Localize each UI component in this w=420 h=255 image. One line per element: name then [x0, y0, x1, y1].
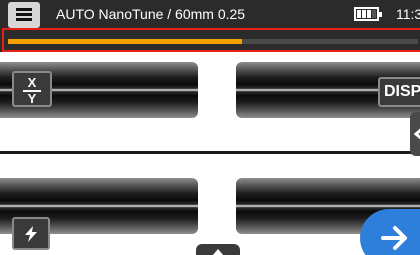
bottom-panel-tab[interactable] — [196, 244, 240, 255]
xy-label-top: X — [27, 75, 37, 90]
battery-icon — [354, 7, 382, 21]
display-button[interactable]: DISP — [378, 77, 420, 107]
highlight-box — [2, 28, 420, 52]
clock: 11:33 — [396, 6, 420, 22]
page-title: AUTO NanoTune / 60mm 0.25 — [56, 6, 246, 22]
side-panel-tab[interactable] — [410, 112, 420, 156]
lightning-icon — [25, 226, 37, 242]
arc-button[interactable] — [12, 217, 50, 250]
arrow-right-icon — [381, 226, 407, 250]
chevron-up-icon — [212, 249, 224, 255]
top-bar: AUTO NanoTune / 60mm 0.25 11:33 — [0, 0, 420, 30]
chevron-left-icon — [413, 128, 420, 140]
xy-label-bottom: Y — [27, 91, 37, 106]
menu-button[interactable] — [8, 2, 40, 28]
xy-view-button[interactable]: X Y — [12, 71, 52, 107]
view-divider — [0, 151, 420, 154]
splicer-screen: AUTO NanoTune / 60mm 0.25 11:33 X Y DISP — [0, 0, 420, 255]
next-button[interactable] — [360, 209, 420, 255]
